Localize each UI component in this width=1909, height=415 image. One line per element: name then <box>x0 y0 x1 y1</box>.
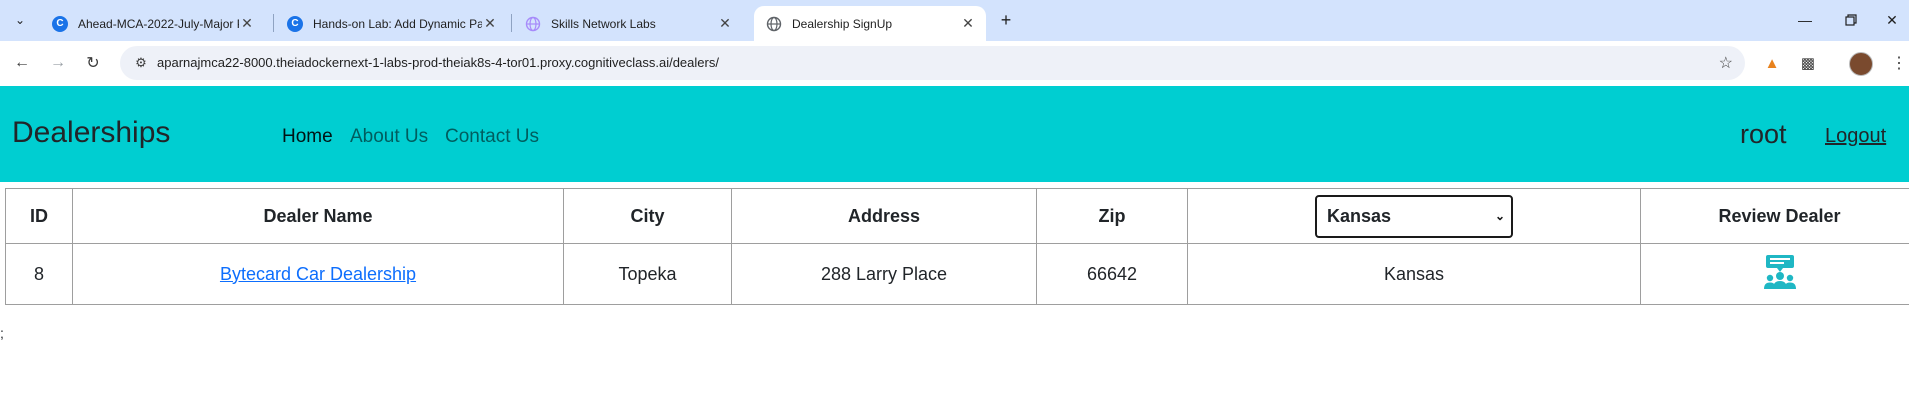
browser-menu-icon[interactable]: ⋮ <box>1891 52 1907 74</box>
tab-title: Hands-on Lab: Add Dynamic Pa <box>313 16 482 31</box>
state-filter-value: Kansas <box>1327 205 1392 226</box>
header-zip: Zip <box>1036 188 1188 244</box>
browser-tabstrip: ⌄ C Ahead-MCA-2022-July-Major P ✕ C Hand… <box>0 0 1909 41</box>
table-row: 8 Bytecard Car Dealership Topeka 288 Lar… <box>5 243 1909 305</box>
dealers-table: ID Dealer Name City Address Zip Kansas ⌄… <box>5 188 1909 305</box>
header-dealer-name: Dealer Name <box>72 188 564 244</box>
header-address: Address <box>731 188 1037 244</box>
dealer-link[interactable]: Bytecard Car Dealership <box>220 264 416 284</box>
nav-link-home[interactable]: Home <box>282 126 333 148</box>
url-text[interactable]: aparnajmca22-8000.theiadockernext-1-labs… <box>157 55 719 70</box>
globe-icon <box>525 16 541 32</box>
site-info-icon[interactable]: ⚙ <box>132 54 150 72</box>
tab-title: Dealership SignUp <box>792 16 893 31</box>
profile-avatar[interactable] <box>1849 52 1873 76</box>
globe-icon <box>766 16 782 32</box>
site-navbar: Dealerships Home About Us Contact Us roo… <box>0 86 1909 182</box>
new-tab-icon[interactable]: + <box>996 10 1016 30</box>
back-icon[interactable]: ← <box>10 51 34 75</box>
header-city: City <box>563 188 732 244</box>
tab-divider <box>273 14 274 32</box>
tab-divider <box>511 14 512 32</box>
close-tab-icon[interactable]: ✕ <box>239 15 255 32</box>
cell-review <box>1640 243 1909 305</box>
nav-link-contact-us[interactable]: Contact Us <box>445 126 539 148</box>
bookmark-star-icon[interactable]: ☆ <box>1719 53 1733 73</box>
browser-tab-active[interactable]: Dealership SignUp ✕ <box>754 6 986 41</box>
header-state-filter-cell: Kansas ⌄ <box>1187 188 1641 244</box>
header-review-dealer: Review Dealer <box>1640 188 1909 244</box>
browser-tab[interactable]: Skills Network Labs ✕ <box>513 6 743 41</box>
state-filter-select[interactable]: Kansas ⌄ <box>1315 194 1513 238</box>
cell-dealer-name: Bytecard Car Dealership <box>72 243 564 305</box>
header-id: ID <box>5 188 73 244</box>
review-dealer-icon[interactable] <box>1763 254 1797 295</box>
metamask-extension-icon[interactable]: ▲ <box>1761 52 1783 74</box>
chevron-down-icon: ⌄ <box>1494 208 1505 223</box>
address-bar[interactable]: ⚙ aparnajmca22-8000.theiadockernext-1-la… <box>120 46 1745 80</box>
close-tab-icon[interactable]: ✕ <box>717 15 733 32</box>
tab-title: Skills Network Labs <box>551 16 656 31</box>
tab-search-icon[interactable]: ⌄ <box>9 9 31 31</box>
restore-icon[interactable] <box>1841 10 1861 30</box>
cell-city: Topeka <box>563 243 732 305</box>
cell-state: Kansas <box>1187 243 1641 305</box>
browser-tab[interactable]: C Ahead-MCA-2022-July-Major P ✕ <box>40 6 265 41</box>
reload-icon[interactable]: ↻ <box>81 51 105 75</box>
tab-title: Ahead-MCA-2022-July-Major P <box>78 16 239 31</box>
nav-link-about-us[interactable]: About Us <box>350 126 428 148</box>
close-tab-icon[interactable]: ✕ <box>960 15 976 32</box>
logout-link[interactable]: Logout <box>1825 125 1886 148</box>
username-label: root <box>1740 119 1787 149</box>
coursera-favicon-icon: C <box>52 15 68 32</box>
navbar-brand[interactable]: Dealerships <box>12 116 170 150</box>
window-close-icon[interactable]: ✕ <box>1882 10 1902 30</box>
minimize-icon[interactable]: — <box>1795 10 1815 30</box>
forward-icon[interactable]: → <box>46 51 70 75</box>
browser-tab[interactable]: C Hands-on Lab: Add Dynamic Pa ✕ <box>275 6 508 41</box>
cell-address: 288 Larry Place <box>731 243 1037 305</box>
browser-toolbar: ← → ↻ ⚙ aparnajmca22-8000.theiadockernex… <box>0 41 1909 87</box>
cell-id: 8 <box>5 243 73 305</box>
coursera-favicon-icon: C <box>287 15 303 32</box>
close-tab-icon[interactable]: ✕ <box>482 15 498 32</box>
cell-zip: 66642 <box>1036 243 1188 305</box>
stray-text: ; <box>0 325 4 341</box>
extensions-puzzle-icon[interactable]: ▩ <box>1797 52 1819 74</box>
table-header-row: ID Dealer Name City Address Zip Kansas ⌄… <box>5 188 1909 244</box>
